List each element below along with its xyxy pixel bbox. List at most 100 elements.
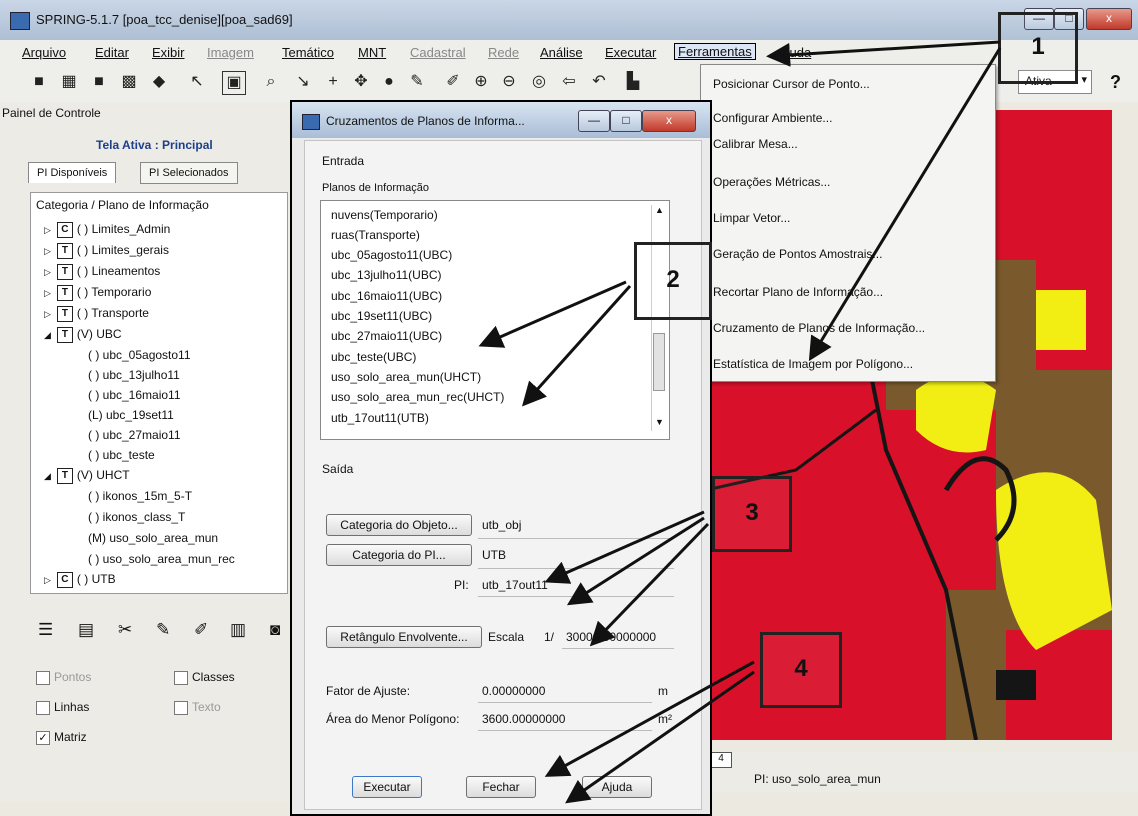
linhas-checkbox[interactable]: Linhas — [36, 700, 89, 715]
pen-icon[interactable]: ✐ — [194, 620, 208, 640]
map-tab[interactable]: 4 — [710, 752, 732, 768]
menu-imagem[interactable]: Imagem — [207, 45, 254, 60]
matriz-checkbox[interactable]: ✓ Matriz — [36, 730, 87, 745]
menu-ferramentas[interactable]: Ferramentas — [674, 43, 756, 60]
dialog-maximize-button[interactable]: □ — [610, 110, 642, 132]
list-item[interactable]: nuvens(Temporario) — [331, 208, 438, 222]
menu-analise[interactable]: Análise — [540, 45, 583, 60]
back-icon[interactable]: ⇦ — [558, 71, 580, 93]
tree-row-uso-solo-area-mun-rec[interactable]: ( ) uso_solo_area_mun_rec — [88, 552, 235, 566]
arrow-down-icon[interactable]: ↘ — [292, 71, 314, 93]
tree-row-ubc-13julho11[interactable]: ( ) ubc_13julho11 — [88, 368, 180, 382]
texto-checkbox[interactable]: Texto — [174, 700, 221, 715]
export-icon[interactable]: ▙ — [622, 71, 644, 93]
tree-row-ubc[interactable]: ◢ T (V) UBC — [44, 327, 122, 343]
list-icon[interactable]: ☰ — [38, 620, 53, 640]
pen-icon[interactable]: ✐ — [442, 71, 464, 93]
list-item[interactable]: uso_solo_area_mun(UHCT) — [331, 370, 481, 384]
tools-icon[interactable]: ✂ — [118, 620, 132, 640]
menu-rede[interactable]: Rede — [488, 45, 519, 60]
tree-row-limites-admin[interactable]: ▷ C( ) Limites_Admin — [44, 222, 170, 238]
tab-pi-selecionados[interactable]: PI Selecionados — [140, 162, 238, 184]
fechar-button[interactable]: Fechar — [466, 776, 536, 798]
menu-item-cruzamento-planos[interactable]: Cruzamento de Planos de Informação... — [713, 321, 925, 335]
list-item[interactable]: ruas(Transporte) — [331, 228, 420, 242]
menu-ajuda[interactable]: Ajuda — [778, 45, 811, 60]
zoom-area-icon[interactable]: ◎ — [528, 71, 550, 93]
tree-row-lineamentos[interactable]: ▷ T( ) Lineamentos — [44, 264, 160, 280]
list-item[interactable]: uso_solo_area_mun_rec(UHCT) — [331, 390, 504, 404]
measure-icon[interactable]: ✎ — [406, 71, 428, 93]
menu-item-estatistica-imagem[interactable]: Estatística de Imagem por Polígono... — [713, 357, 913, 371]
area-menor-poligono-input[interactable]: 3600.00000000 — [482, 712, 565, 726]
edit-icon[interactable]: ✎ — [156, 620, 170, 640]
menu-tematico[interactable]: Temático — [282, 45, 334, 60]
tree-row-ikonos-class[interactable]: ( ) ikonos_class_T — [88, 510, 185, 524]
scroll-down-icon[interactable]: ▼ — [655, 417, 664, 427]
tree-row-ubc-05agosto11[interactable]: ( ) ubc_05agosto11 — [88, 348, 191, 362]
menu-item-geracao-pontos[interactable]: Geração de Pontos Amostrais... — [713, 247, 882, 261]
tree-row-uso-solo-area-mun[interactable]: (M) uso_solo_area_mun — [88, 531, 218, 545]
tree-row-ubc-19set11[interactable]: (L) ubc_19set11 — [88, 408, 174, 422]
list-item[interactable]: ubc_teste(UBC) — [331, 350, 416, 364]
classes-checkbox[interactable]: Classes — [174, 670, 235, 685]
tree-row-ikonos-15m[interactable]: ( ) ikonos_15m_5-T — [88, 489, 192, 503]
menu-item-operacoes-metricas[interactable]: Operações Métricas... — [713, 175, 830, 189]
project-icon[interactable]: ▦ — [58, 71, 80, 93]
tree-row-limites-gerais[interactable]: ▷ T( ) Limites_gerais — [44, 243, 169, 259]
grid-icon[interactable]: ▩ — [118, 71, 140, 93]
retangulo-envolvente-button[interactable]: Retângulo Envolvente... — [326, 626, 482, 648]
list-item[interactable]: ubc_19set11(UBC) — [331, 309, 432, 323]
list-item[interactable]: utb_17out11(UTB) — [331, 411, 429, 425]
scroll-thumb[interactable] — [653, 333, 665, 391]
list-item[interactable]: ubc_13julho11(UBC) — [331, 268, 442, 282]
list-item[interactable]: ubc_05agosto11(UBC) — [331, 248, 452, 262]
menu-editar[interactable]: Editar — [95, 45, 129, 60]
menu-item-posicionar-cursor[interactable]: Posicionar Cursor de Ponto... — [713, 77, 870, 91]
tree-row-ubc-teste[interactable]: ( ) ubc_teste — [88, 448, 155, 462]
table-icon[interactable]: ▥ — [230, 620, 246, 640]
menu-cadastral[interactable]: Cadastral — [410, 45, 466, 60]
menu-mnt[interactable]: MNT — [358, 45, 386, 60]
help-icon[interactable]: ◙ — [270, 620, 280, 640]
undo-icon[interactable]: ↶ — [588, 71, 610, 93]
display-icon[interactable]: ▣ — [222, 71, 246, 95]
categoria-pi-button[interactable]: Categoria do PI... — [326, 544, 472, 566]
help-icon[interactable]: ? — [1110, 72, 1121, 93]
fator-ajuste-input[interactable]: 0.00000000 — [482, 684, 545, 698]
list-item[interactable]: ubc_27maio11(UBC) — [331, 329, 442, 343]
menu-item-configurar-ambiente[interactable]: Configurar Ambiente... — [713, 111, 832, 125]
move-icon[interactable]: ✥ — [350, 71, 372, 93]
tree-row-ubc-16maio11[interactable]: ( ) ubc_16maio11 — [88, 388, 181, 402]
layers-icon[interactable]: ■ — [88, 71, 110, 93]
menu-executar[interactable]: Executar — [605, 45, 656, 60]
eraser-icon[interactable]: ◆ — [148, 71, 170, 93]
zoom-out-icon[interactable]: ⊖ — [498, 71, 520, 93]
menu-item-calibrar-mesa[interactable]: Calibrar Mesa... — [713, 137, 798, 151]
menu-exibir[interactable]: Exibir — [152, 45, 185, 60]
planos-listbox[interactable]: nuvens(Temporario) ruas(Transporte) ubc_… — [320, 200, 670, 440]
plus-icon[interactable]: + — [322, 71, 344, 93]
menu-item-limpar-vetor[interactable]: Limpar Vetor... — [713, 211, 790, 225]
pontos-checkbox[interactable]: Pontos — [36, 670, 91, 685]
menu-arquivo[interactable]: Arquivo — [22, 45, 66, 60]
tree-row-transporte[interactable]: ▷ T( ) Transporte — [44, 306, 149, 322]
magnifier-icon[interactable]: ⌕ — [260, 71, 282, 93]
menu-item-recortar-plano[interactable]: Recortar Plano de Informação... — [713, 285, 883, 299]
categoria-objeto-button[interactable]: Categoria do Objeto... — [326, 514, 472, 536]
ajuda-button[interactable]: Ajuda — [582, 776, 652, 798]
tab-pi-disponiveis[interactable]: PI Disponíveis — [28, 162, 117, 183]
database-icon[interactable]: ■ — [28, 71, 50, 93]
dialog-close-button[interactable]: x — [642, 110, 696, 132]
tree-row-temporario[interactable]: ▷ T( ) Temporario — [44, 285, 151, 301]
tree-row-ubc-27maio11[interactable]: ( ) ubc_27maio11 — [88, 428, 181, 442]
scroll-up-icon[interactable]: ▲ — [655, 205, 664, 215]
pointer-icon[interactable]: ↖ — [186, 71, 208, 93]
info-icon[interactable]: ● — [378, 71, 400, 93]
dialog-minimize-button[interactable]: — — [578, 110, 610, 132]
close-button[interactable]: x — [1086, 8, 1132, 30]
tree-row-utb[interactable]: ▷ C( ) UTB — [44, 572, 116, 588]
tree-row-uhct[interactable]: ◢ T (V) UHCT — [44, 468, 130, 484]
executar-button[interactable]: Executar — [352, 776, 422, 798]
zoom-in-icon[interactable]: ⊕ — [470, 71, 492, 93]
